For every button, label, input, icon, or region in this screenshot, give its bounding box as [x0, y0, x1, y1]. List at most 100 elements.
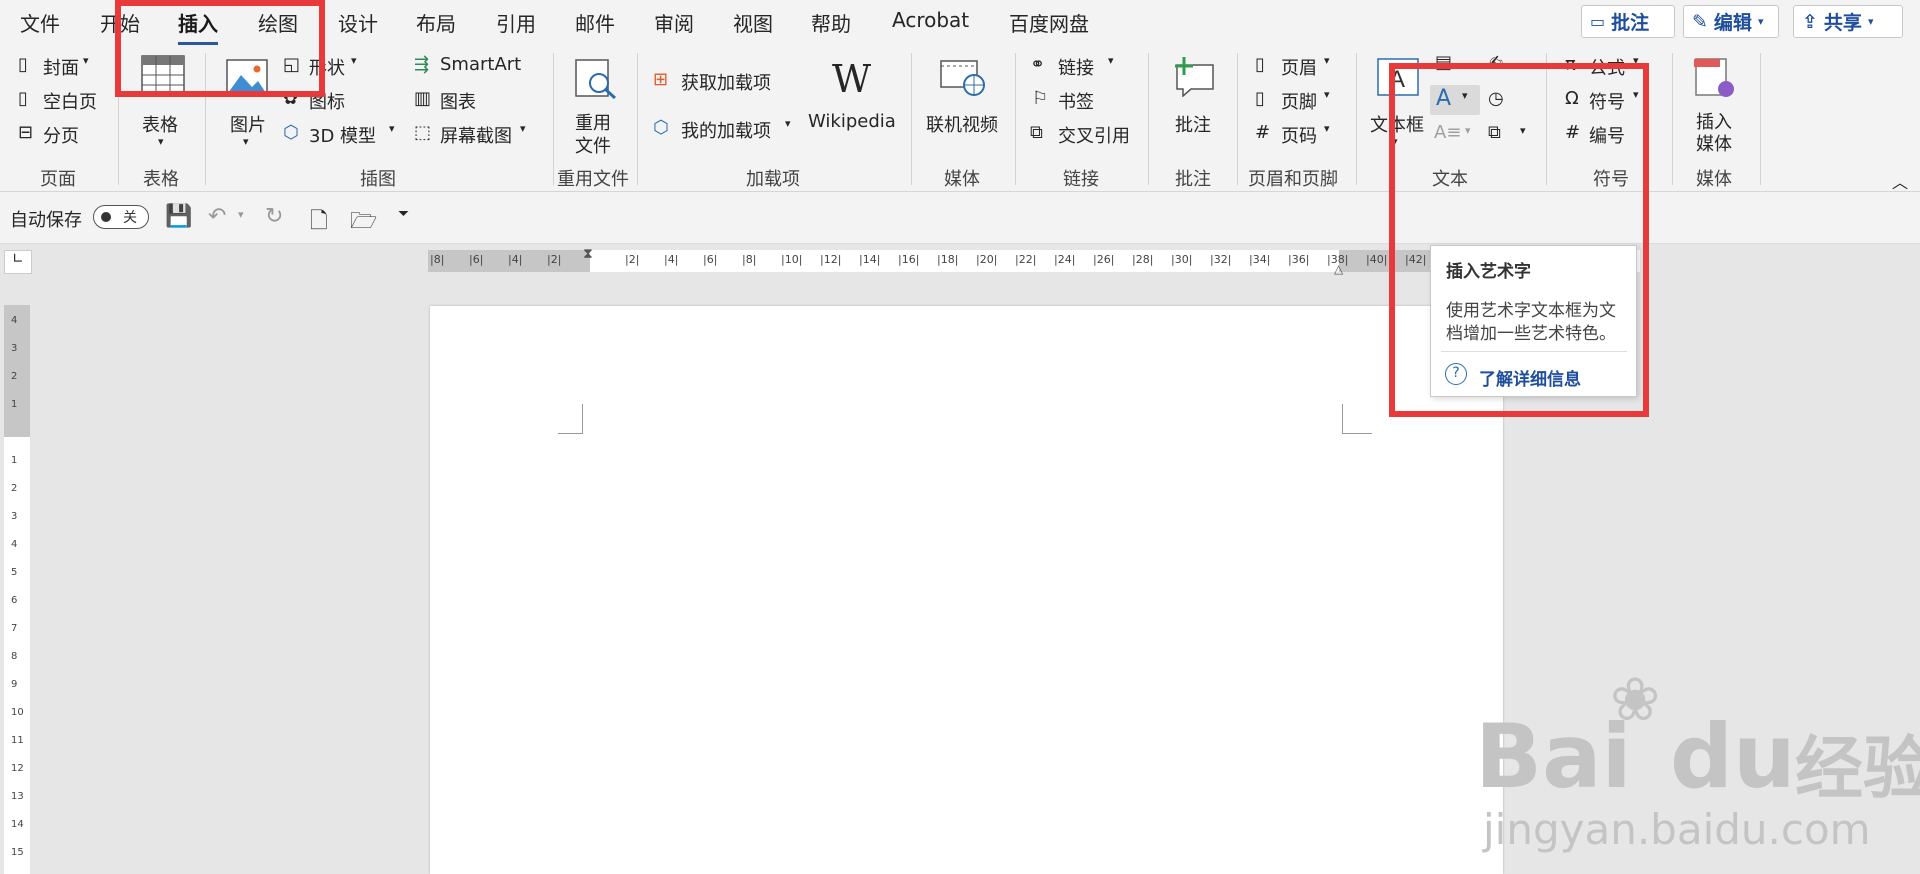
ruler-tick-label: 6 [11, 595, 18, 606]
autosave-label: 自动保存 [10, 210, 82, 231]
ruler-tick-label: 13 [11, 791, 24, 802]
insert-media-label-2: 媒体 [1696, 134, 1732, 155]
wikipedia-button[interactable]: W Wikipedia [805, 55, 905, 155]
ruler-tick-label: 11 [11, 735, 24, 746]
paw-icon: ❀ [1610, 665, 1661, 735]
header-label: 页眉 [1281, 58, 1317, 79]
tab-help[interactable]: 帮助 [811, 8, 851, 37]
collapse-ribbon-icon[interactable]: ︿ [1892, 169, 1908, 193]
autosave-toggle-state: 关 [123, 210, 137, 226]
store-icon: ⊞ [653, 69, 669, 90]
reuse-files-button[interactable]: 重用 文件 [565, 59, 625, 159]
indent-marker-icon[interactable]: ⧗ [583, 246, 593, 262]
tab-acrobat[interactable]: Acrobat [892, 8, 969, 32]
group-label-illustrations: 插图 [360, 169, 396, 190]
insert-media-button[interactable]: 插入 媒体 [1684, 55, 1744, 155]
insert-media-icon [1694, 58, 1734, 97]
tab-review[interactable]: 审阅 [654, 8, 694, 37]
ruler-tick-label: |36| [1288, 253, 1310, 266]
group-label-media: 媒体 [944, 169, 980, 190]
smartart-label: SmartArt [440, 54, 522, 75]
tab-references[interactable]: 引用 [496, 8, 536, 37]
footer-icon: ▯ [1255, 88, 1265, 109]
customize-toolbar-icon[interactable]: ⏷ [398, 206, 409, 222]
wikipedia-icon: W [832, 57, 872, 101]
bookmark-label: 书签 [1058, 92, 1094, 113]
blank-page-label: 空白页 [43, 92, 97, 113]
reuse-files-icon [575, 59, 617, 99]
editing-button[interactable]: ✎ 编辑 ▾ [1683, 5, 1779, 38]
watermark-du: du [1670, 705, 1796, 808]
new-document-icon[interactable]: 🗋 [310, 204, 328, 242]
document-page[interactable] [430, 306, 1503, 874]
redo-icon[interactable]: ↻ [265, 204, 283, 229]
autosave-toggle[interactable]: 关 [93, 205, 149, 229]
reuse-label-2: 文件 [575, 136, 611, 157]
highlight-wordart [1389, 63, 1649, 417]
wikipedia-label: Wikipedia [808, 111, 896, 132]
group-divider [1148, 53, 1149, 185]
link-label: 链接 [1058, 58, 1094, 79]
page-break-label: 分页 [43, 126, 79, 147]
group-label-pages: 页面 [40, 169, 76, 190]
chevron-down-icon: ▾ [785, 117, 791, 130]
group-divider [1672, 53, 1673, 185]
screenshot-label: 屏幕截图 [440, 126, 512, 147]
video-icon [940, 60, 985, 96]
group-divider [637, 53, 638, 185]
ruler-tick-label: |6| [703, 253, 718, 266]
addin-icon: ⬡ [653, 117, 669, 138]
ruler-tick-label: 1 [11, 399, 18, 410]
ruler-tick-label: 7 [11, 623, 18, 634]
undo-icon[interactable]: ↶ [208, 204, 226, 229]
ruler-tick-label: 2 [11, 371, 18, 382]
ruler-tick-label: |20| [976, 253, 998, 266]
group-divider [911, 53, 912, 185]
chevron-down-icon: ▾ [1108, 54, 1114, 67]
chevron-down-icon: ▾ [351, 54, 357, 67]
picture-label: 图片 [230, 115, 266, 136]
comments-button-label: 批注 [1611, 12, 1650, 34]
tab-file[interactable]: 文件 [20, 8, 60, 37]
tab-stop-selector[interactable]: ∟ [4, 250, 32, 274]
tab-baidu-netdisk[interactable]: 百度网盘 [1009, 8, 1089, 37]
chevron-down-icon: ▾ [1324, 122, 1330, 135]
chevron-down-icon: ▾ [243, 135, 249, 148]
new-comment-label: 批注 [1175, 115, 1211, 136]
comments-button[interactable]: ▭ 批注 [1581, 5, 1675, 38]
screenshot-icon: ⬚ [414, 122, 432, 143]
save-icon[interactable]: 💾 [165, 204, 192, 229]
online-video-button[interactable]: 联机视频 [922, 57, 1002, 157]
chevron-down-icon: ▾ [389, 122, 395, 135]
bookmark-icon: ⚐ [1032, 88, 1049, 109]
ruler-tick-label: 1 [11, 455, 18, 466]
watermark-brand-cn: 经验 [1795, 730, 1920, 809]
ruler-tick-label: |6| [469, 253, 484, 266]
share-button[interactable]: ⇪ 共享 ▾ [1793, 5, 1903, 38]
share-button-label: 共享 [1823, 12, 1862, 34]
chevron-down-icon[interactable]: ▾ [238, 208, 244, 221]
share-icon: ⇪ [1802, 10, 1818, 33]
blank-page-icon: ▯ [18, 88, 28, 109]
open-folder-icon[interactable]: 🗁 [350, 204, 377, 242]
cover-page-label: 封面 [43, 58, 79, 79]
get-addins-label: 获取加载项 [681, 73, 771, 94]
online-video-label: 联机视频 [926, 115, 998, 136]
comment-icon: ▭ [1590, 12, 1606, 31]
tab-design[interactable]: 设计 [338, 8, 378, 37]
ruler-tick-label: |22| [1015, 253, 1037, 266]
comment-plus-icon [1175, 57, 1214, 97]
ruler-tick-label: 8 [11, 651, 18, 662]
right-indent-marker-icon[interactable]: △ [1334, 262, 1343, 276]
new-comment-button[interactable]: 批注 [1163, 57, 1223, 157]
ruler-tick-label: |4| [508, 253, 523, 266]
tab-mailings[interactable]: 邮件 [575, 8, 615, 37]
ruler-tick-label: 9 [11, 679, 18, 690]
chevron-down-icon: ▾ [158, 135, 164, 148]
ruler-tick-label: |12| [820, 253, 842, 266]
tab-layout[interactable]: 布局 [416, 8, 456, 37]
ruler-tick-label: |30| [1171, 253, 1193, 266]
my-addins-label: 我的加载项 [681, 121, 771, 142]
cross-reference-label: 交叉引用 [1058, 126, 1130, 147]
tab-view[interactable]: 视图 [733, 8, 773, 37]
